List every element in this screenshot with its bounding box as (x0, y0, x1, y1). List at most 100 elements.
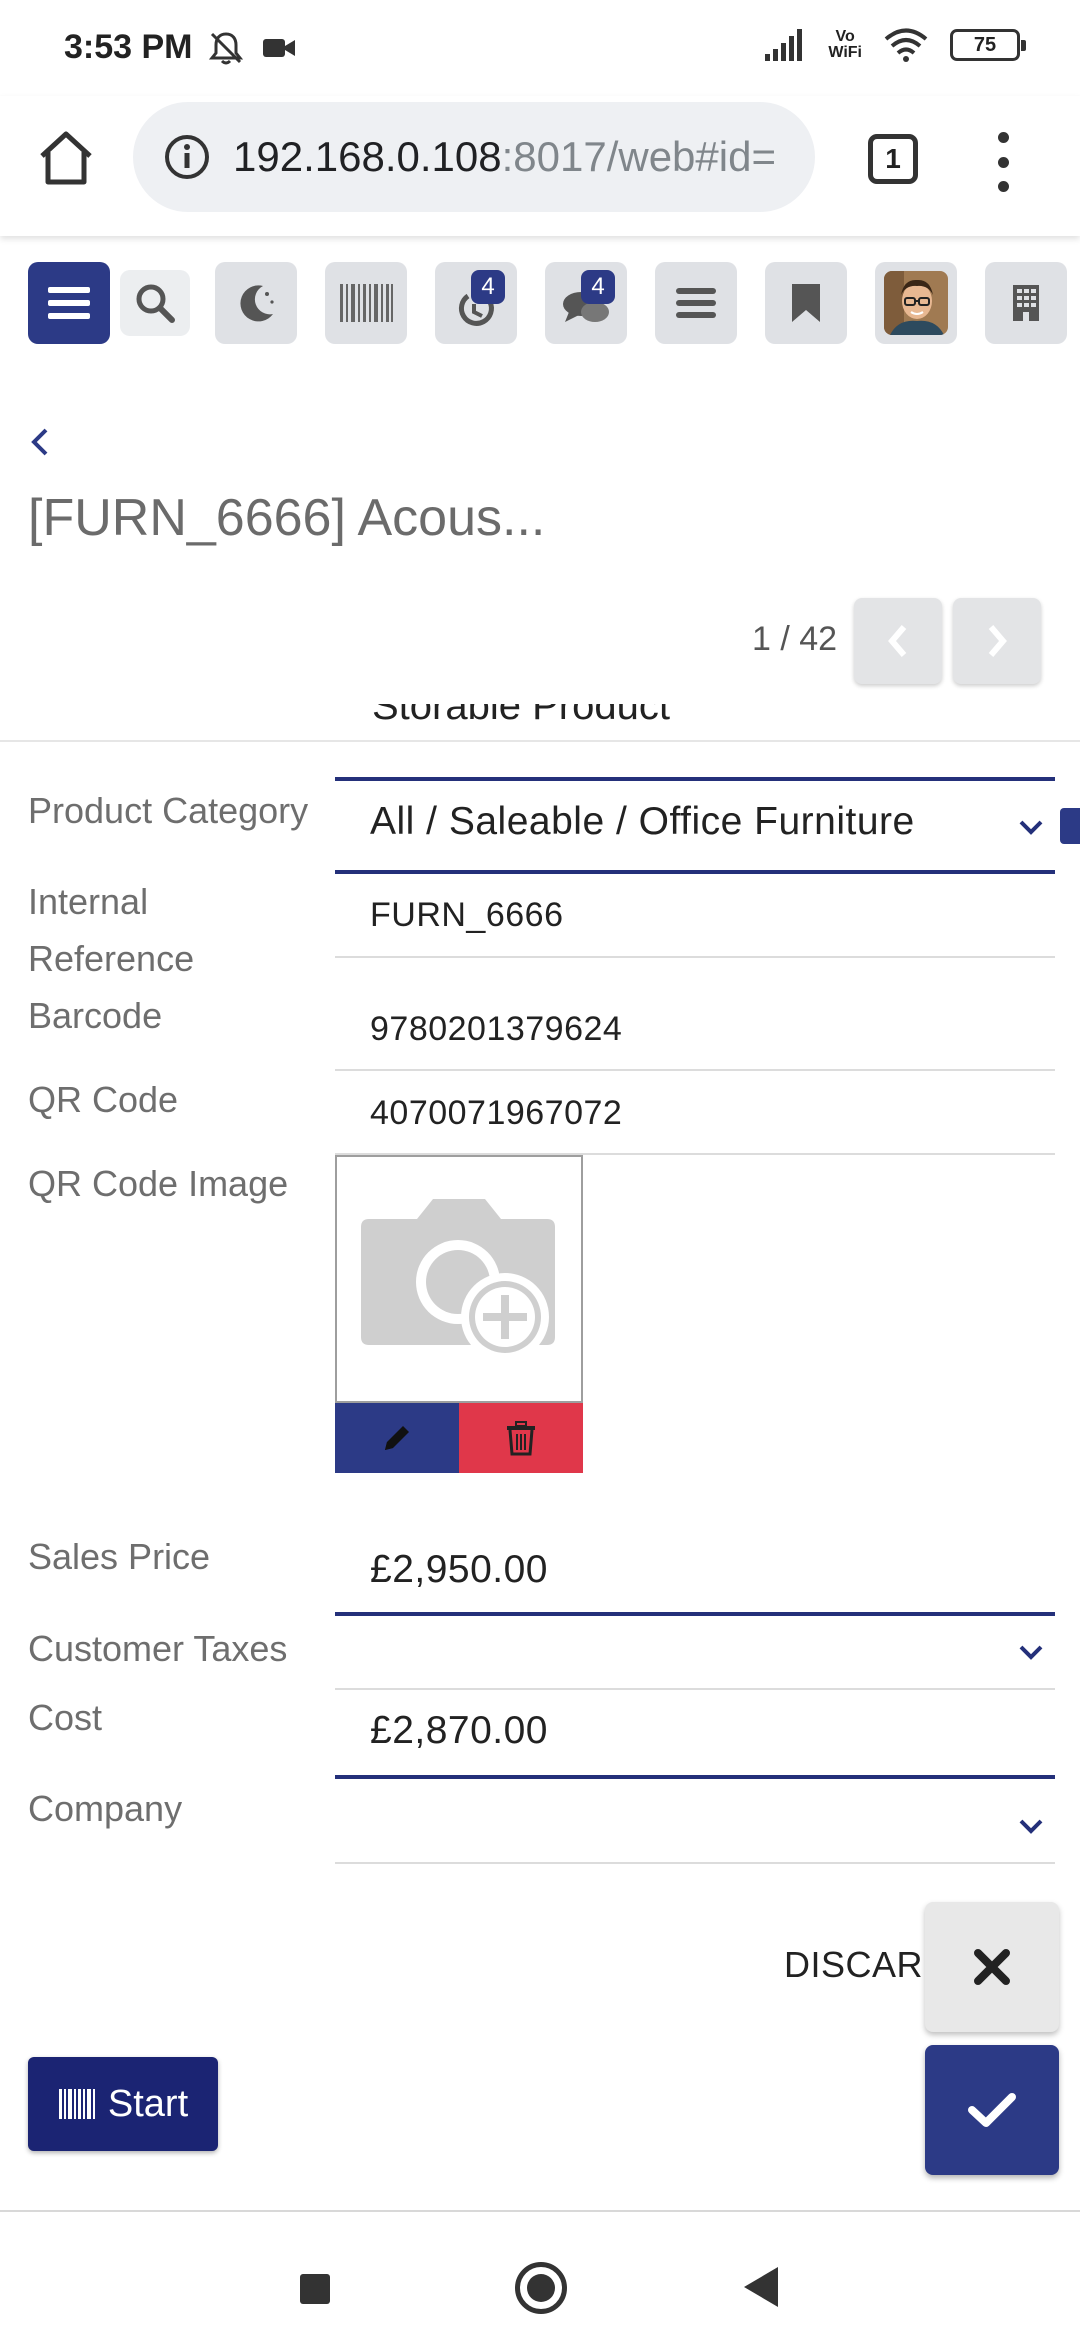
vowifi-line1: Vo (835, 28, 855, 45)
field-underline (335, 1862, 1055, 1864)
field-underline (335, 1612, 1055, 1616)
more-vert-icon[interactable] (990, 132, 1016, 192)
bookmark-icon (792, 284, 820, 322)
sales-price-label: Sales Price (28, 1536, 211, 1577)
product-type-value: Storable Product (372, 704, 670, 728)
tab-count: 1 (885, 143, 901, 174)
signal-icon (765, 29, 803, 61)
url-path: :8017/web#id= (501, 133, 776, 180)
field-underline (335, 956, 1055, 958)
header-divider (0, 740, 1080, 742)
video-camera-icon (263, 39, 295, 57)
add-photo-icon (361, 1199, 555, 1361)
internal-reference-field[interactable]: FURN_6666 (370, 896, 563, 935)
discard-button[interactable] (925, 1902, 1059, 2032)
barcode-icon (58, 2089, 95, 2119)
customer-taxes-label: Customer Taxes (28, 1628, 288, 1669)
url-text: 192.168.0.108:8017/web#id= (233, 133, 776, 181)
chevron-down-icon[interactable] (1017, 1643, 1045, 1661)
activity-button[interactable]: 4 (435, 262, 517, 344)
back-button[interactable] (24, 422, 54, 462)
building-icon (1013, 285, 1039, 321)
pager-counter[interactable]: 1 / 42 (752, 620, 837, 659)
cost-label: Cost (28, 1697, 103, 1738)
internal-reference-label-line2: Reference (28, 938, 195, 979)
barcode-label: Barcode (28, 995, 163, 1036)
check-icon (968, 2093, 1016, 2127)
save-button[interactable] (925, 2045, 1059, 2175)
delete-image-button[interactable] (459, 1403, 583, 1473)
barcode-icon (340, 284, 393, 322)
qr-code-field[interactable]: 4070071967072 (370, 1094, 622, 1133)
recents-button[interactable] (300, 2274, 330, 2304)
wifi-icon (884, 28, 928, 62)
close-icon (974, 1949, 1010, 1985)
user-menu-button[interactable] (875, 262, 957, 344)
product-category-label: Product Category (28, 790, 309, 831)
switcher-button[interactable] (655, 262, 737, 344)
product-category-field[interactable]: All / Saleable / Office Furniture (370, 800, 915, 844)
barcode-button[interactable] (325, 262, 407, 344)
vowifi-line2: WiFi (828, 44, 862, 61)
search-icon (136, 284, 175, 323)
chevron-down-icon[interactable] (1017, 1817, 1045, 1835)
messages-badge: 4 (581, 270, 615, 304)
pager-previous-button[interactable] (854, 598, 942, 684)
browser-bar: 192.168.0.108:8017/web#id= 1 (0, 96, 1080, 236)
info-icon[interactable] (163, 133, 211, 181)
status-bar: 3:53 PM Vo WiFi 75 (0, 0, 1080, 96)
dark-mode-button[interactable] (215, 262, 297, 344)
vowifi-indicator: Vo WiFi (828, 29, 862, 61)
activity-badge: 4 (471, 270, 505, 304)
battery-icon: 75 (950, 29, 1026, 61)
qr-code-image-label: QR Code Image (28, 1163, 289, 1204)
chevron-left-icon (888, 625, 907, 657)
qr-code-label: QR Code (28, 1079, 179, 1120)
company-switcher-button[interactable] (985, 262, 1067, 344)
avatar (884, 271, 948, 335)
list-icon (676, 288, 716, 318)
bookmark-button[interactable] (765, 262, 847, 344)
barcode-field[interactable]: 9780201379624 (370, 1010, 622, 1049)
edit-image-button[interactable] (335, 1403, 459, 1473)
status-left-icons (208, 30, 296, 66)
cost-field[interactable]: £2,870.00 (370, 1709, 548, 1753)
battery-level: 75 (973, 33, 997, 56)
page-title: [FURN_6666] Acous... (28, 489, 546, 547)
start-scan-button[interactable]: Start (28, 2057, 218, 2151)
internal-reference-label-line1: Internal (28, 881, 149, 922)
start-label: Start (107, 2082, 189, 2125)
company-label: Company (28, 1788, 183, 1829)
home-icon (40, 131, 92, 185)
qr-code-image-placeholder[interactable] (335, 1155, 583, 1403)
status-right-icons: Vo WiFi 75 (764, 28, 1026, 62)
pager-next-button[interactable] (953, 598, 1041, 684)
field-underline (335, 1069, 1055, 1071)
url-host: 192.168.0.108 (233, 133, 502, 180)
field-underline (335, 1688, 1055, 1690)
search-button[interactable] (120, 270, 190, 336)
field-underline (335, 870, 1055, 874)
messages-button[interactable]: 4 (545, 262, 627, 344)
field-underline (335, 1775, 1055, 1779)
trash-icon (507, 1421, 535, 1456)
sales-price-field[interactable]: £2,950.00 (370, 1548, 548, 1592)
chevron-right-icon (988, 625, 1007, 657)
main-menu-button[interactable] (28, 262, 110, 344)
moon-icon (240, 285, 274, 322)
dnd-off-icon (208, 32, 244, 65)
menu-icon (48, 287, 90, 319)
tabs-icon[interactable]: 1 (868, 134, 918, 184)
browser-home-button[interactable] (34, 126, 98, 190)
field-underline (335, 777, 1055, 781)
pencil-icon (385, 1426, 409, 1450)
android-nav-bar (0, 2212, 1080, 2340)
external-link-button[interactable] (1060, 808, 1080, 844)
chevron-down-icon[interactable] (1017, 818, 1045, 836)
back-nav-button[interactable] (744, 2267, 778, 2307)
home-nav-button[interactable] (515, 2262, 567, 2314)
product-type-field-partial: Storable Product (372, 704, 672, 734)
status-time: 3:53 PM (64, 28, 193, 66)
app-toolbar: 4 4 (0, 236, 1080, 361)
address-bar[interactable]: 192.168.0.108:8017/web#id= (133, 102, 815, 212)
